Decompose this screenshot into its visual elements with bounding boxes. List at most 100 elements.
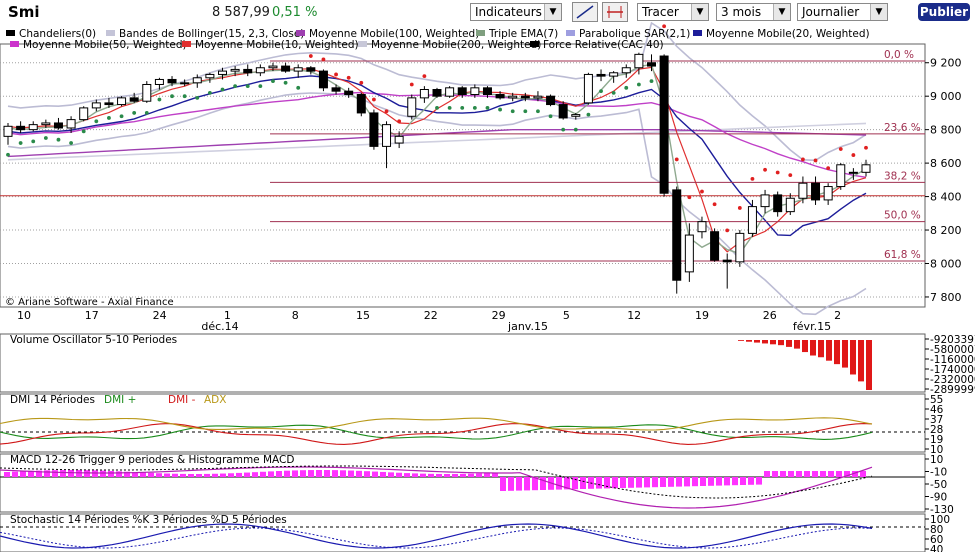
- candle-body: [142, 83, 152, 102]
- candle-body: [596, 73, 606, 77]
- sar-dot: [624, 85, 629, 90]
- candle-body: [735, 232, 745, 263]
- sar-dot: [409, 82, 414, 87]
- macd-histogram-bar: [84, 470, 90, 477]
- x-month-label: déc.14: [201, 320, 238, 333]
- volume-bar: [858, 340, 864, 382]
- volume-bar: [794, 340, 800, 349]
- y-tick-label: 8 200: [930, 224, 962, 237]
- y-tick-label: 9 000: [930, 90, 962, 103]
- macd-histogram-bar: [620, 477, 626, 488]
- macd-histogram-bar: [684, 477, 690, 487]
- candle-body: [470, 87, 480, 96]
- panel-tick-label: -50: [930, 479, 947, 491]
- legend-row-2: Moyenne Mobile(50, Weighted) Moyenne Mobi…: [0, 39, 880, 51]
- y-tick-label: 8 000: [930, 258, 962, 271]
- candle-body: [3, 125, 13, 137]
- fibonacci-label: 50,0 %: [884, 210, 921, 222]
- chart-canvas[interactable]: 9 200 9 000 8 800 8 600 8 400 8 200 8 000 7 800…: [0, 0, 975, 552]
- sar-dot: [763, 167, 767, 172]
- x-tick-label: 19: [695, 309, 709, 322]
- macd-histogram-bar: [12, 471, 18, 477]
- macd-histogram-bar: [540, 477, 546, 490]
- macd-histogram-bar: [756, 477, 762, 485]
- volume-bar: [786, 340, 792, 347]
- candle-body: [230, 68, 240, 72]
- volume-bar: [850, 340, 856, 375]
- legend-swatch: [566, 30, 575, 36]
- candle-body: [79, 107, 89, 121]
- candle-body: [495, 94, 505, 99]
- macd-histogram-bar: [116, 471, 122, 477]
- macd-histogram-bar: [380, 471, 386, 477]
- sar-dot: [119, 114, 124, 119]
- candle-body: [419, 89, 429, 99]
- candle-body: [533, 95, 543, 99]
- volume-bar: [762, 340, 768, 344]
- panel-tick-label: 40: [930, 544, 943, 552]
- y-tick-label: 9 200: [930, 57, 962, 70]
- candle-body: [722, 259, 732, 263]
- macd-histogram-bar: [92, 470, 98, 477]
- candle-body: [571, 114, 581, 117]
- macd-histogram-bar: [404, 473, 410, 477]
- y-tick-label: 7 800: [930, 291, 962, 304]
- sar-dot: [321, 57, 326, 62]
- macd-histogram-bar: [820, 471, 826, 477]
- legend-swatch: [6, 30, 15, 36]
- candle-body: [798, 182, 808, 199]
- sar-dot: [359, 80, 364, 85]
- macd-histogram-bar: [828, 471, 834, 477]
- candle-body: [16, 125, 26, 131]
- sar-dot: [586, 112, 591, 117]
- legend-swatch: [106, 30, 115, 36]
- candle-body: [811, 182, 821, 201]
- legend-swatch: [693, 30, 702, 36]
- candle-body: [382, 124, 392, 147]
- candle-body: [394, 135, 404, 144]
- candle-body: [836, 164, 846, 188]
- macd-histogram-bar: [348, 470, 354, 477]
- sar-dot: [826, 166, 831, 171]
- macd-histogram-bar: [796, 471, 802, 477]
- candle-body: [331, 87, 341, 92]
- macd-histogram-bar: [572, 477, 578, 490]
- macd-histogram-bar: [580, 477, 586, 489]
- candle-body: [445, 87, 455, 97]
- legend-label: Moyenne Mobile(200, Weighted): [371, 39, 542, 51]
- macd-histogram-bar: [100, 470, 106, 477]
- volume-bar: [770, 340, 776, 345]
- candle-body: [293, 67, 303, 72]
- volume-bar: [818, 340, 824, 358]
- macd-histogram-bar: [500, 477, 506, 491]
- macd-histogram-bar: [436, 473, 442, 477]
- macd-histogram-bar: [644, 477, 650, 488]
- macd-histogram-bar: [60, 470, 66, 477]
- x-tick-label: 24: [153, 309, 167, 322]
- sar-dot: [69, 141, 73, 145]
- macd-histogram-bar: [420, 473, 426, 477]
- volume-bar: [866, 340, 872, 390]
- fibonacci-label: 0,0 %: [884, 49, 914, 61]
- macd-histogram-bar: [724, 477, 730, 486]
- candle-body: [255, 67, 265, 74]
- macd-histogram-bar: [788, 471, 794, 477]
- panel-title: Stochastic 14 Périodes %K 3 Périodes %D …: [10, 514, 287, 526]
- candle-body: [659, 55, 669, 194]
- candle-body: [91, 102, 101, 109]
- macd-histogram-bar: [508, 477, 514, 491]
- macd-histogram-bar: [692, 477, 698, 487]
- macd-histogram-bar: [716, 477, 722, 486]
- sar-dot: [687, 195, 692, 200]
- x-tick-label: 5: [563, 309, 570, 322]
- panel-title: DMI 14 Périodes: [10, 394, 95, 406]
- sar-dot: [737, 206, 742, 210]
- sar-dot: [207, 90, 212, 95]
- sar-dot: [132, 111, 137, 115]
- sar-dot: [308, 54, 313, 58]
- macd-histogram-bar: [212, 473, 218, 477]
- macd-histogram-bar: [20, 471, 26, 477]
- macd-histogram-bar: [396, 472, 402, 477]
- candle-body: [621, 67, 631, 74]
- sar-dot: [636, 82, 641, 87]
